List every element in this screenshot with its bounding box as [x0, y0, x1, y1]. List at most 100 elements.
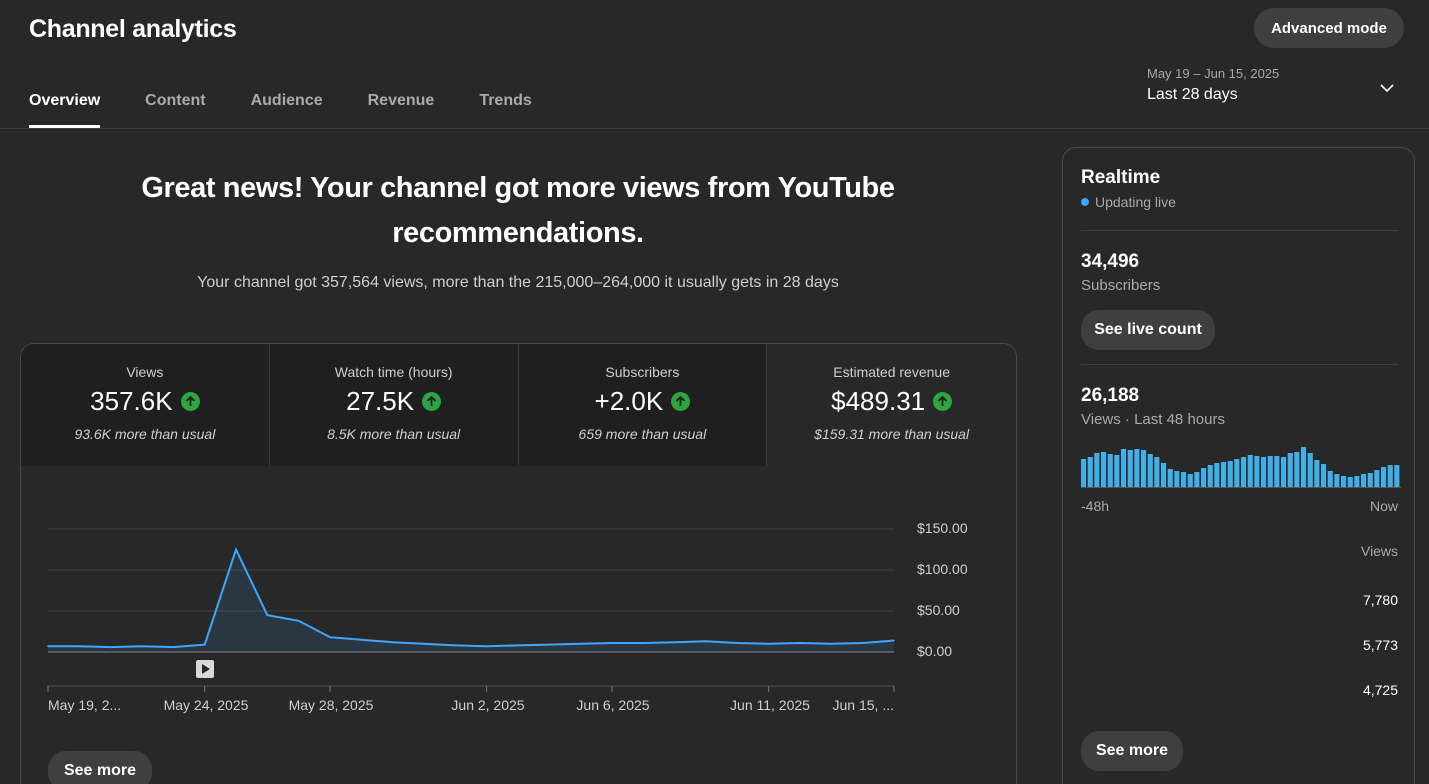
realtime-bar[interactable]	[1094, 453, 1100, 487]
subscriber-label: Subscribers	[1081, 277, 1161, 294]
realtime-bar[interactable]	[1114, 455, 1120, 487]
realtime-bar[interactable]	[1294, 452, 1300, 487]
tab-overview[interactable]: Overview	[29, 80, 101, 128]
realtime-bar[interactable]	[1274, 456, 1280, 487]
realtime-bar[interactable]	[1134, 449, 1140, 487]
insight-subline: Your channel got 357,564 views, more tha…	[197, 274, 839, 291]
realtime-bar[interactable]	[1307, 453, 1313, 487]
realtime-bar[interactable]	[1327, 471, 1333, 487]
metric-revenue[interactable]: Estimated revenue $489.31 $159.31 more t…	[767, 344, 1016, 466]
advanced-mode-button[interactable]: Advanced mode	[1254, 8, 1404, 48]
chart-point	[893, 639, 895, 642]
date-range-selector[interactable]: May 19 – Jun 15, 2025 Last 28 days	[1147, 66, 1407, 116]
metric-note: 8.5K more than usual	[327, 426, 461, 442]
realtime-bar[interactable]	[1381, 467, 1387, 487]
realtime-bar[interactable]	[1234, 459, 1240, 487]
realtime-bar[interactable]	[1301, 447, 1307, 487]
y-tick-label: $150.00	[917, 520, 968, 536]
realtime-bar[interactable]	[1214, 463, 1220, 487]
realtime-bar[interactable]	[1367, 473, 1373, 487]
tab-trends[interactable]: Trends	[479, 80, 531, 128]
realtime-bar[interactable]	[1207, 465, 1213, 487]
realtime-bar[interactable]	[1287, 453, 1293, 487]
top-content-views: 4,725	[1362, 682, 1398, 698]
realtime-title: Realtime	[1081, 167, 1161, 188]
realtime-bar[interactable]	[1314, 460, 1320, 487]
realtime-bar[interactable]	[1247, 455, 1253, 487]
realtime-bar[interactable]	[1194, 472, 1200, 487]
realtime-bar[interactable]	[1254, 456, 1260, 487]
see-more-button[interactable]: See more	[48, 751, 152, 784]
header-divider	[0, 128, 1429, 129]
realtime-bar[interactable]	[1174, 471, 1180, 487]
realtime-bar[interactable]	[1154, 457, 1160, 487]
tab-content[interactable]: Content	[145, 80, 205, 128]
tab-audience[interactable]: Audience	[251, 80, 323, 128]
realtime-bar[interactable]	[1227, 461, 1233, 487]
realtime-bar[interactable]	[1341, 476, 1347, 487]
realtime-bar[interactable]	[1394, 465, 1400, 487]
realtime-bar[interactable]	[1201, 468, 1207, 487]
chart-point	[705, 640, 707, 643]
tab-revenue[interactable]: Revenue	[368, 80, 435, 128]
chart-point	[454, 644, 457, 647]
realtime-bar[interactable]	[1161, 463, 1167, 487]
realtime-bar[interactable]	[1334, 474, 1340, 487]
chart-point	[830, 643, 833, 645]
realtime-bar[interactable]	[1087, 457, 1093, 487]
y-tick-label: $100.00	[917, 561, 968, 577]
chart-area	[48, 549, 894, 652]
realtime-bar[interactable]	[1241, 457, 1247, 487]
realtime-bar[interactable]	[1187, 474, 1193, 487]
chart-point	[360, 638, 363, 641]
realtime-bar[interactable]	[1167, 469, 1173, 487]
realtime-bar[interactable]	[1127, 450, 1133, 487]
realtime-bar[interactable]	[1147, 454, 1153, 487]
chevron-down-icon	[1380, 84, 1394, 93]
y-tick-label: $50.00	[917, 602, 960, 618]
realtime-bar[interactable]	[1221, 462, 1227, 487]
chart-point	[799, 642, 801, 644]
live-dot-icon	[1081, 198, 1089, 206]
arrow-up-icon	[671, 392, 691, 411]
metric-views[interactable]: Views 357.6K 93.6K more than usual	[21, 344, 270, 466]
metric-watch-time[interactable]: Watch time (hours) 27.5K 8.5K more than …	[269, 344, 519, 466]
chart-point	[47, 645, 49, 648]
realtime-bar[interactable]	[1374, 470, 1380, 487]
realtime-bar[interactable]	[1107, 454, 1113, 487]
realtime-card: Realtime Updating live 34,496 Subscriber…	[1062, 147, 1415, 784]
metric-note: $159.31 more than usual	[814, 426, 970, 442]
realtime-see-more-button[interactable]: See more	[1081, 731, 1183, 771]
realtime-bar[interactable]	[1281, 457, 1287, 487]
realtime-bar[interactable]	[1354, 476, 1360, 487]
y-tick-label: $0.00	[917, 643, 952, 659]
chart-point	[391, 641, 394, 643]
realtime-bar[interactable]	[1141, 450, 1147, 487]
realtime-bar[interactable]	[1121, 449, 1127, 487]
chart-point	[485, 645, 488, 648]
x-tick-label: Jun 15, ...	[833, 697, 894, 713]
see-live-count-button[interactable]: See live count	[1081, 310, 1215, 350]
realtime-bar[interactable]	[1081, 459, 1087, 487]
realtime-bar[interactable]	[1321, 464, 1327, 487]
axis-start-label: -48h	[1081, 498, 1110, 514]
realtime-divider	[1081, 230, 1398, 231]
chart-point	[329, 636, 331, 639]
play-icon[interactable]	[196, 660, 214, 678]
chart-point	[423, 643, 425, 645]
realtime-bar[interactable]	[1267, 456, 1273, 487]
metric-note: 93.6K more than usual	[74, 426, 216, 442]
realtime-bar[interactable]	[1361, 474, 1367, 487]
realtime-bar[interactable]	[1347, 477, 1353, 487]
chart-point	[235, 548, 237, 551]
realtime-bar[interactable]	[1181, 472, 1187, 487]
metric-label: Views	[126, 364, 164, 380]
chart-point	[266, 614, 269, 616]
realtime-bar[interactable]	[1101, 452, 1107, 487]
arrow-up-icon	[180, 392, 200, 411]
date-range-text: May 19 – Jun 15, 2025	[1147, 66, 1280, 81]
realtime-bar[interactable]	[1387, 465, 1393, 487]
realtime-bar[interactable]	[1261, 457, 1267, 487]
metric-subscribers[interactable]: Subscribers +2.0K 659 more than usual	[518, 344, 768, 466]
chart-point	[141, 645, 143, 648]
